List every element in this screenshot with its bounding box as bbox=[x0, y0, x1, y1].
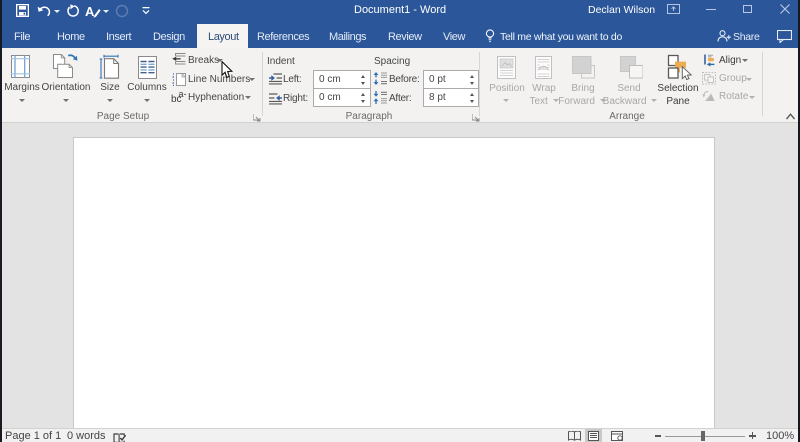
svg-text:A: A bbox=[85, 4, 95, 18]
